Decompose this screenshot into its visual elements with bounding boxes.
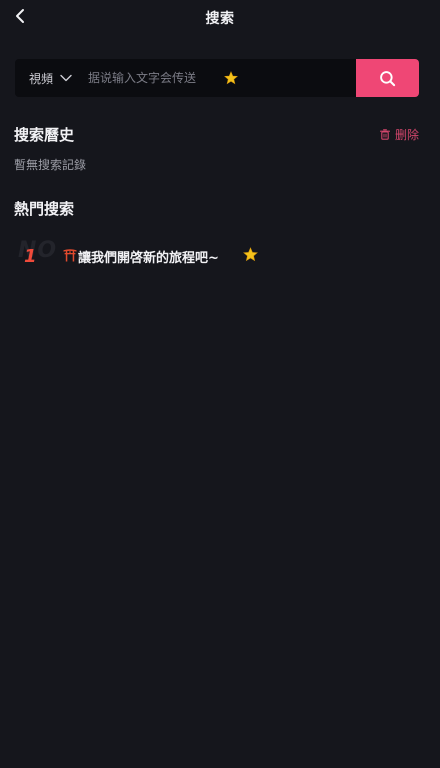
torii-icon: [63, 249, 77, 262]
search-button[interactable]: [356, 59, 419, 97]
category-label: 視頻: [29, 71, 54, 86]
search-icon: [380, 70, 396, 86]
empty-history-text: 暫無搜索記錄: [14, 158, 87, 172]
star-icon: [243, 247, 258, 262]
search-input[interactable]: [86, 70, 356, 86]
hot-search-item[interactable]: NO 1 讓我們開啓新的旅程吧~: [14, 238, 414, 272]
page-title: 搜索: [205, 11, 235, 27]
delete-label: 删除: [394, 128, 419, 142]
hot-search-text: 讓我們開啓新的旅程吧~: [78, 251, 219, 266]
category-dropdown[interactable]: 視頻: [29, 70, 72, 87]
delete-history-button[interactable]: 删除: [379, 126, 419, 143]
search-page: 搜索 視頻 搜索曆史: [0, 0, 440, 768]
search-field: 視頻: [15, 59, 356, 97]
search-bar: 視頻: [15, 59, 419, 97]
trash-icon: [379, 129, 390, 140]
hot-search-title: 熱門搜索: [14, 200, 75, 218]
chevron-down-icon: [60, 74, 72, 82]
header: 搜索: [0, 0, 440, 36]
history-title: 搜索曆史: [14, 126, 75, 144]
star-icon: [224, 71, 238, 85]
rank-number: 1: [24, 246, 37, 267]
